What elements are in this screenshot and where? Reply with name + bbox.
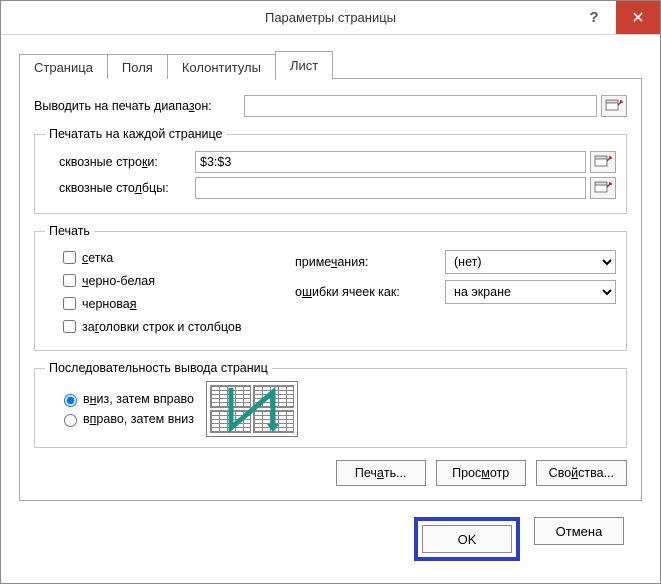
print-area-picker-button[interactable] [601,95,627,117]
page-order-preview [206,381,298,437]
print-group: Печать сетка черно-белая чер [34,224,627,351]
print-button[interactable]: Печать... [336,460,426,486]
page-order-legend: Последовательность вывода страниц [45,361,272,375]
tab-panel-sheet: Выводить на печать диапазон: Печатать на… [19,78,642,501]
preview-button[interactable]: Просмотр [436,460,526,486]
tab-sheet[interactable]: Лист [275,51,333,80]
gridlines-checkbox[interactable]: сетка [45,248,295,267]
ok-button-highlight: OK [414,517,520,561]
properties-button[interactable]: Свойства... [536,460,627,486]
page-order-group: Последовательность вывода страниц вниз, … [34,361,627,448]
headings-checkbox[interactable]: заголовки строк и столбцов [45,317,295,336]
range-picker-icon [594,155,612,169]
cols-to-repeat-input[interactable] [195,177,586,199]
tab-margins[interactable]: Поля [107,54,168,79]
page-order-arrow-icon [207,382,299,438]
black-white-checkbox[interactable]: черно-белая [45,271,295,290]
repeat-legend: Печатать на каждой странице [45,127,227,141]
print-legend: Печать [45,224,94,238]
window-title: Параметры страницы [1,10,660,25]
down-then-over-radio[interactable]: вниз, затем вправо [59,391,194,407]
rows-to-repeat-picker-button[interactable] [590,151,616,173]
tab-headers[interactable]: Колонтитулы [167,54,276,79]
errors-select[interactable]: на экране [445,280,616,304]
draft-checkbox[interactable]: черновая [45,294,295,313]
titlebar: Параметры страницы ? ✕ [1,1,660,35]
range-picker-icon [594,181,612,195]
comments-label: примечания: [295,255,445,269]
cols-to-repeat-picker-button[interactable] [590,177,616,199]
repeat-group: Печатать на каждой странице сквозные стр… [34,127,627,214]
page-setup-dialog: Параметры страницы ? ✕ Страница Поля Кол… [0,0,661,584]
errors-label: ошибки ячеек как: [295,285,445,299]
print-area-input[interactable] [244,95,597,117]
ok-button[interactable]: OK [422,525,512,553]
cols-to-repeat-label: сквозные столбцы: [45,181,195,195]
over-then-down-radio[interactable]: вправо, затем вниз [59,411,194,427]
print-area-label: Выводить на печать диапазон: [34,99,244,113]
cancel-button[interactable]: Отмена [534,517,624,545]
range-picker-icon [605,99,623,113]
rows-to-repeat-input[interactable] [195,151,586,173]
rows-to-repeat-label: сквозные строки: [45,155,195,169]
tab-strip: Страница Поля Колонтитулы Лист [19,51,642,79]
tab-page[interactable]: Страница [19,54,108,79]
comments-select[interactable]: (нет) [445,250,616,274]
